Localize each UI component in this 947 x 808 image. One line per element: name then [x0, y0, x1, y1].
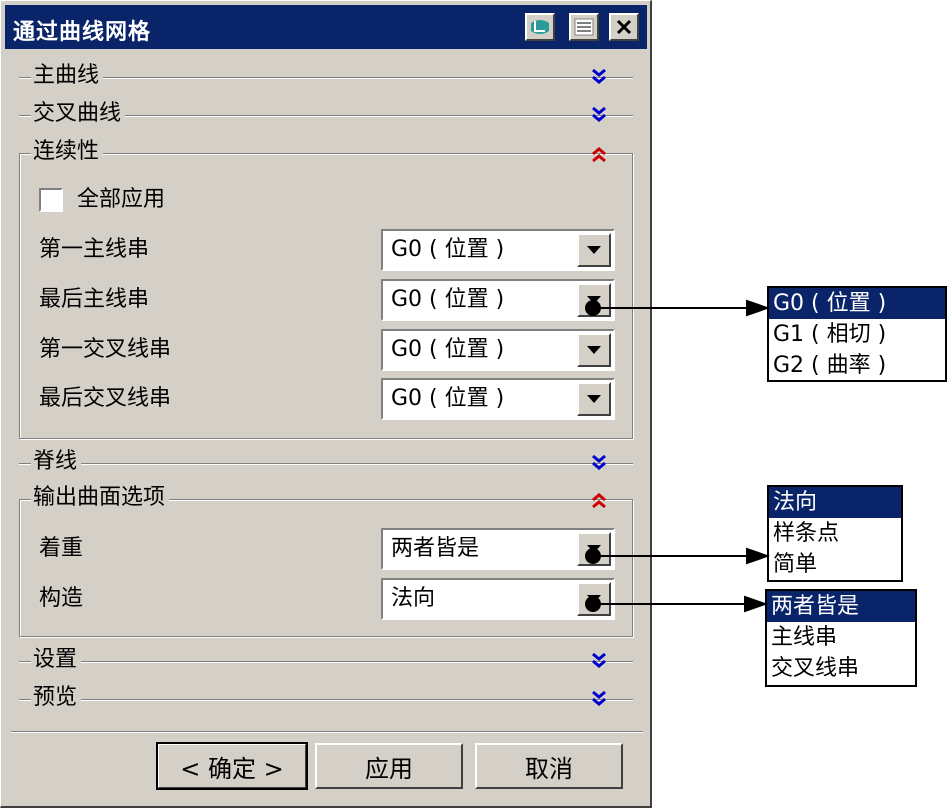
list-item[interactable]: G1 ( 相切 )	[769, 319, 945, 350]
section-spine-label[interactable]: 脊线	[31, 448, 82, 476]
select-value: 法向	[391, 586, 436, 611]
list-item[interactable]: G2 ( 曲率 )	[769, 350, 945, 381]
dialog-window: 通过曲线网格 主曲线 交叉曲线 连续性 全部应用 第一主线串 G0 (位置)…	[0, 0, 652, 808]
chevron-down-icon[interactable]	[589, 651, 609, 671]
first-cross-string-select[interactable]: G0 ( 位置 )	[381, 329, 615, 371]
chevron-up-icon[interactable]	[589, 491, 609, 511]
apply-button[interactable]: 应用	[315, 743, 463, 789]
cancel-button[interactable]: 取消	[475, 743, 623, 789]
close-button[interactable]	[609, 13, 639, 41]
construction-label: 构造	[39, 586, 84, 611]
restore-icon	[531, 20, 549, 34]
list-item[interactable]: 简单	[769, 549, 901, 580]
last-main-string-select[interactable]: G0 ( 位置 )	[381, 279, 615, 321]
list-button[interactable]	[569, 13, 599, 41]
construction-options-list: 法向 样条点 简单	[767, 485, 903, 582]
dropdown-button[interactable]	[577, 582, 611, 616]
list-item[interactable]: 主线串	[767, 622, 915, 653]
section-divider	[19, 699, 633, 701]
construction-select[interactable]: 法向	[381, 578, 615, 620]
chevron-down-icon[interactable]	[589, 67, 609, 87]
dialog-title: 通过曲线网格	[13, 20, 152, 45]
triangle-down-icon	[587, 595, 601, 603]
emphasis-select[interactable]: 两者皆是	[381, 528, 615, 570]
apply-all-label: 全部应用	[77, 187, 166, 212]
chevron-up-icon[interactable]	[589, 145, 609, 165]
triangle-down-icon	[587, 346, 601, 354]
section-divider	[19, 77, 633, 79]
list-item[interactable]: 交叉线串	[767, 653, 915, 684]
apply-all-checkbox[interactable]	[39, 188, 63, 212]
triangle-down-icon	[587, 395, 601, 403]
list-item[interactable]: 样条点	[769, 518, 901, 549]
last-main-string-label: 最后主线串	[39, 287, 150, 312]
chevron-down-icon[interactable]	[589, 453, 609, 473]
section-cross-curves-label[interactable]: 交叉曲线	[31, 100, 126, 128]
triangle-down-icon	[587, 296, 601, 304]
section-divider	[19, 463, 633, 465]
title-bar[interactable]: 通过曲线网格	[5, 5, 647, 49]
select-value: G0 ( 位置 )	[391, 287, 505, 312]
close-icon	[616, 19, 632, 35]
dropdown-button[interactable]	[577, 333, 611, 367]
chevron-down-icon[interactable]	[589, 689, 609, 709]
restore-button[interactable]	[525, 13, 555, 41]
first-main-string-select[interactable]: G0 ( 位置 )	[381, 229, 615, 271]
last-cross-string-label: 最后交叉线串	[39, 386, 172, 411]
section-divider	[19, 661, 633, 663]
section-main-curves-label[interactable]: 主曲线	[31, 62, 104, 90]
dropdown-button[interactable]	[577, 233, 611, 267]
list-icon	[574, 18, 594, 36]
section-preview-label[interactable]: 预览	[31, 684, 82, 712]
footer-separator	[11, 731, 643, 733]
triangle-down-icon	[587, 545, 601, 553]
section-output-options-label[interactable]: 输出曲面选项	[31, 484, 170, 512]
last-cross-string-select[interactable]: G0 ( 位置 )	[381, 378, 615, 420]
first-cross-string-label: 第一交叉线串	[39, 337, 172, 362]
dropdown-button[interactable]	[577, 283, 611, 317]
triangle-down-icon	[587, 246, 601, 254]
ok-button[interactable]: < 确定 >	[156, 742, 308, 790]
dropdown-button[interactable]	[577, 532, 611, 566]
list-item[interactable]: G0 ( 位置 )	[769, 288, 945, 319]
emphasis-options-list: 两者皆是 主线串 交叉线串	[765, 589, 917, 687]
list-item[interactable]: 法向	[769, 487, 901, 518]
select-value: G0 ( 位置 )	[391, 237, 505, 262]
dropdown-button[interactable]	[577, 382, 611, 416]
section-continuity-label[interactable]: 连续性	[31, 138, 104, 166]
chevron-down-icon[interactable]	[589, 105, 609, 125]
select-value: G0 ( 位置 )	[391, 337, 505, 362]
list-item[interactable]: 两者皆是	[767, 591, 915, 622]
select-value: G0 ( 位置 )	[391, 386, 505, 411]
continuity-options-list: G0 ( 位置 ) G1 ( 相切 ) G2 ( 曲率 )	[767, 286, 947, 382]
section-settings-label[interactable]: 设置	[31, 646, 82, 674]
first-main-string-label: 第一主线串	[39, 237, 150, 262]
emphasis-label: 着重	[39, 536, 84, 561]
select-value: 两者皆是	[391, 536, 480, 561]
